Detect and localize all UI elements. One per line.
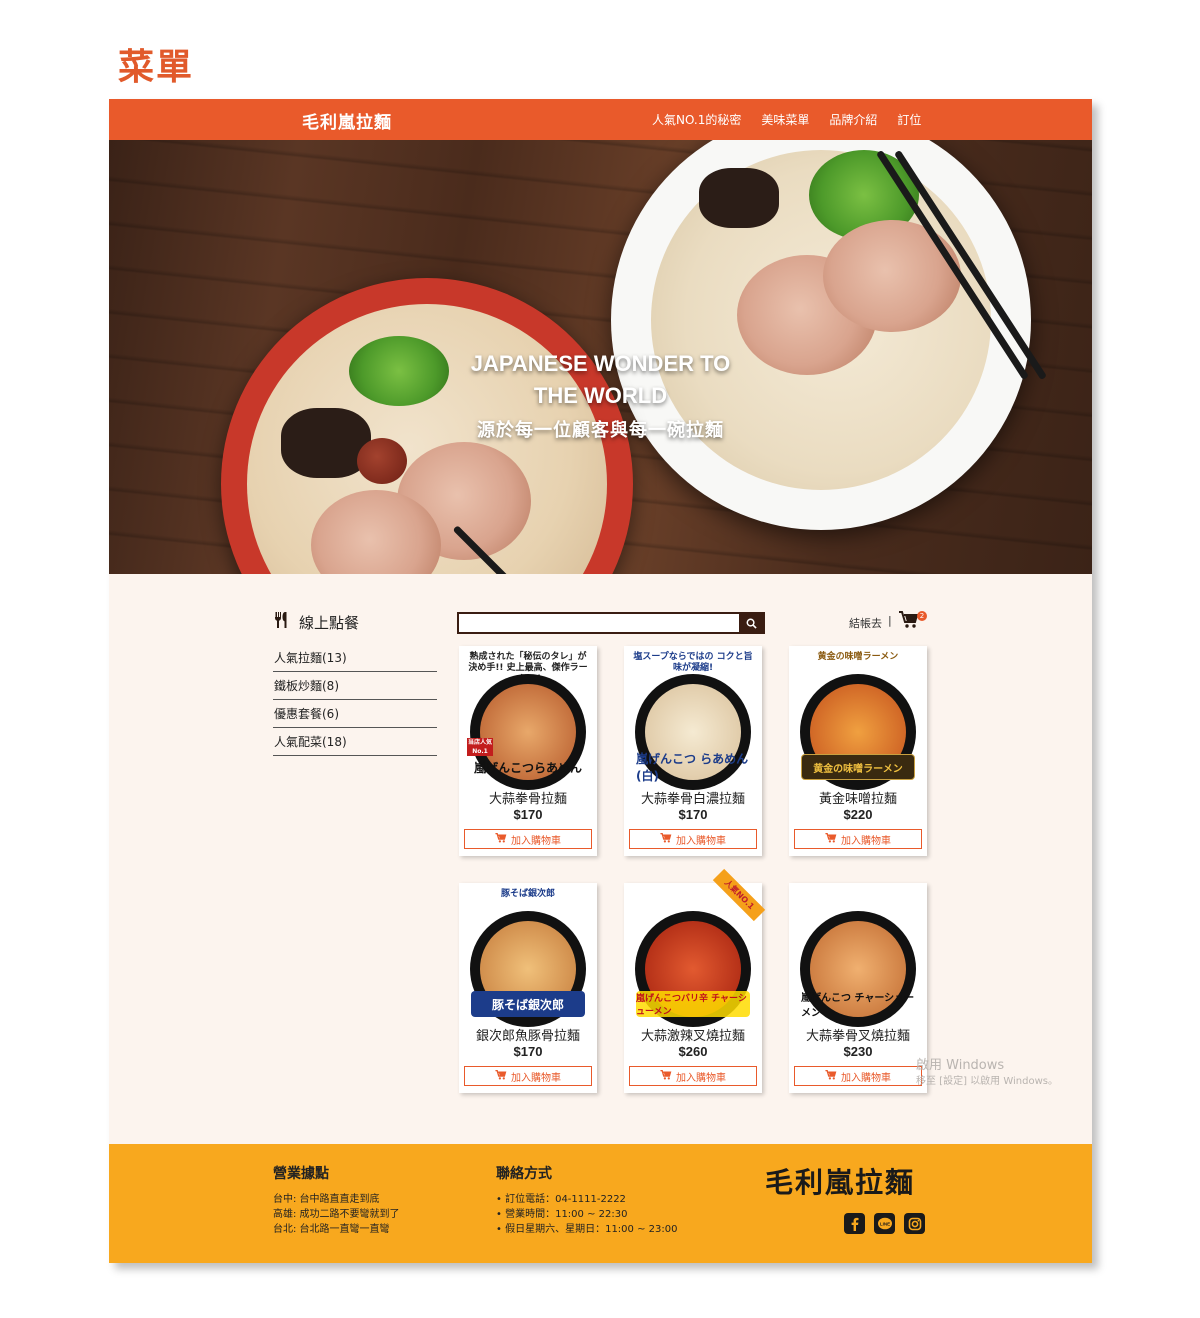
category-teppan-noodles[interactable]: 鐵板炒麵(8) [273,672,437,700]
product-name: 銀次郎魚豚骨拉麵 [475,1029,580,1044]
cart-button[interactable] [899,611,919,633]
cart-icon [495,1069,507,1083]
category-list: 人氣拉麵(13) 鐵板炒麵(8) 優惠套餐(6) 人氣配菜(18) [273,644,437,756]
add-to-cart-button[interactable]: 加入購物車 [794,829,922,849]
cart-count-badge: 2 [917,611,927,621]
product-image: 塩スープならではの コクと旨味が凝縮! 嵐げんこつ らあめん(白) [632,652,754,790]
utensils-icon [273,611,291,633]
product-name: 大蒜激辣叉燒拉麵 [640,1029,745,1044]
product-image: 嵐げんこつ チャーシューメン [797,889,919,1027]
add-to-cart-button[interactable]: 加入購物車 [629,1066,757,1086]
cart-icon [660,832,672,846]
hero-text: JAPANESE WONDER TO THE WORLD 源於每一位顧客與每一碗… [109,348,1092,442]
product-image: 黄金の味噌ラーメン 黄金の味噌ラーメン [797,652,919,790]
product-name: 大蒜拳骨叉燒拉麵 [805,1029,910,1044]
checkout-link[interactable]: 結帳去 [849,615,882,631]
product-image: 嵐げんこつバリ辛 チャーシューメン [632,889,754,1027]
line-icon[interactable]: LINE [874,1213,895,1234]
product-name: 大蒜拳骨拉麵 [488,792,567,807]
cart-icon [825,1069,837,1083]
product-card: 黄金の味噌ラーメン 黄金の味噌ラーメン 黃金味噌拉麵 $220 加入購物車 [789,646,927,856]
add-to-cart-button[interactable]: 加入購物車 [464,829,592,849]
search-button[interactable] [739,614,763,632]
brand-logo[interactable]: 毛利嵐拉麵 [302,108,392,133]
nav-link-menu[interactable]: 美味菜單 [761,111,809,128]
product-card: 塩スープならではの コクと旨味が凝縮! 嵐げんこつ らあめん(白) 大蒜拳骨白濃… [624,646,762,856]
site-footer: 營業據點 台中: 台中路直直走到底 高雄: 成功二路不要彎就到了 台北: 台北路… [109,1144,1092,1263]
online-order-title: 線上點餐 [273,611,359,633]
add-to-cart-button[interactable]: 加入購物車 [629,829,757,849]
product-card: 熟成された「秘伝のタレ」が決め手!! 史上最高、傑作ラーメン!! 当店人気 No… [459,646,597,856]
cart-icon [660,1069,672,1083]
footer-brand: 毛利嵐拉麵 [765,1166,916,1199]
product-name: 黃金味噌拉麵 [818,792,897,807]
windows-activation-hint: 移至 [設定] 以啟用 Windows。 [916,1076,1058,1087]
product-price: $260 [678,1044,708,1059]
website-frame: 毛利嵐拉麵 人氣NO.1的秘密 美味菜單 品牌介紹 訂位 JAPANESE WO… [109,99,1092,1263]
social-links: LINE [844,1213,925,1234]
hero-title: JAPANESE WONDER TO THE WORLD [470,351,731,408]
category-side-dishes[interactable]: 人氣配菜(18) [273,728,437,756]
separator: | [888,614,892,627]
product-price: $170 [678,807,708,822]
product-card: 嵐げんこつバリ辛 チャーシューメン 人氣NO.1 大蒜激辣叉燒拉麵 $260 加… [624,868,766,1093]
search-input[interactable] [459,616,741,634]
nav-link-secret[interactable]: 人氣NO.1的秘密 [652,111,741,128]
add-to-cart-button[interactable]: 加入購物車 [794,1066,922,1086]
facebook-icon[interactable] [844,1213,865,1234]
main-nav: 人氣NO.1的秘密 美味菜單 品牌介紹 訂位 [652,111,921,128]
cart-icon [495,832,507,846]
product-price: $220 [843,807,873,822]
product-price: $170 [513,807,543,822]
search-bar [457,612,765,634]
footer-contact: 聯絡方式 • 訂位電話：04-1111-2222 • 營業時間：11:00 ~ … [496,1166,678,1235]
footer-locations: 營業據點 台中: 台中路直直走到底 高雄: 成功二路不要彎就到了 台北: 台北路… [273,1166,400,1235]
add-to-cart-button[interactable]: 加入購物車 [464,1066,592,1086]
product-price: $170 [513,1044,543,1059]
nav-link-brand[interactable]: 品牌介紹 [829,111,877,128]
windows-activation-watermark: 啟用 Windows [916,1058,1005,1073]
hero-subtitle: 源於每一位顧客與每一碗拉麵 [477,420,724,441]
nav-link-booking[interactable]: 訂位 [897,111,921,128]
category-popular-ramen[interactable]: 人氣拉麵(13) [273,644,437,672]
product-image: 豚そば銀次郎 豚そば銀次郎 [467,889,589,1027]
product-price: $230 [843,1044,873,1059]
cart-icon [825,832,837,846]
category-set-meals[interactable]: 優惠套餐(6) [273,700,437,728]
page-label: 菜單 [118,47,195,88]
svg-text:LINE: LINE [879,1221,889,1226]
search-icon [746,614,757,633]
product-card: 豚そば銀次郎 豚そば銀次郎 銀次郎魚豚骨拉麵 $170 加入購物車 [459,883,597,1093]
hero-banner: JAPANESE WONDER TO THE WORLD 源於每一位顧客與每一碗… [109,140,1092,574]
top-navbar: 毛利嵐拉麵 人氣NO.1的秘密 美味菜單 品牌介紹 訂位 [109,99,1092,140]
product-card: 嵐げんこつ チャーシューメン 大蒜拳骨叉燒拉麵 $230 加入購物車 [789,883,927,1093]
cart-icon [899,611,919,633]
instagram-icon[interactable] [904,1213,925,1234]
product-name: 大蒜拳骨白濃拉麵 [640,792,745,807]
product-image: 熟成された「秘伝のタレ」が決め手!! 史上最高、傑作ラーメン!! 当店人気 No… [467,652,589,790]
